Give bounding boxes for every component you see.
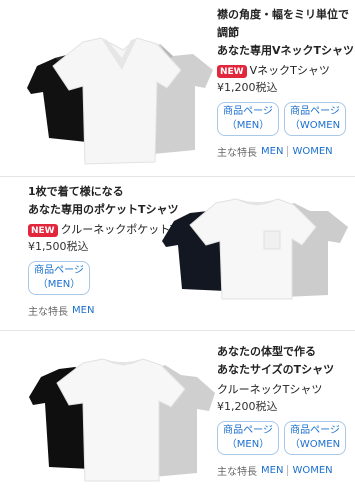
product-price: ¥1,200税込 — [217, 400, 278, 413]
product-page-men-button[interactable]: 商品ページ （MEN） — [217, 421, 279, 455]
product-image[interactable] — [160, 191, 350, 301]
features-row: 主な特長 MEN WOMEN — [217, 144, 355, 159]
product-title[interactable]: あなたの体型で作る あなたサイズのTシャツ — [217, 343, 355, 379]
button-label: （WOMEN — [289, 120, 341, 131]
product-name: クルーネックTシャツ — [217, 383, 323, 396]
product-page-women-button[interactable]: 商品ページ （WOMEN — [284, 102, 346, 136]
features-label: 主な特長 — [28, 307, 68, 318]
product-card-crewneck[interactable]: あなたの体型で作る あなたサイズのTシャツ クルーネックTシャツ ¥1,200税… — [0, 331, 355, 489]
title-line: 襟の角度・幅をミリ単位で — [217, 8, 349, 21]
button-label: 商品ページ — [290, 425, 340, 436]
button-label: 商品ページ — [290, 106, 340, 117]
features-women-link[interactable]: WOMEN — [292, 465, 332, 476]
product-page-men-button[interactable]: 商品ページ （MEN） — [217, 102, 279, 136]
product-page-men-button[interactable]: 商品ページ （MEN） — [28, 261, 90, 295]
features-men-link[interactable]: MEN — [261, 146, 283, 157]
product-title[interactable]: 襟の角度・幅をミリ単位で 調節 あなた専用VネックTシャツ — [217, 6, 355, 60]
tshirt-image — [29, 358, 215, 482]
button-label: （MEN） — [37, 279, 81, 290]
new-badge: NEW — [217, 64, 247, 78]
link-divider — [287, 465, 289, 476]
features-row: 主な特長 MEN WOMEN — [217, 463, 355, 478]
product-image[interactable] — [25, 353, 215, 487]
tshirt-image — [27, 37, 213, 165]
product-name-row: NEW VネックTシャツ — [217, 62, 355, 80]
title-line: あなたサイズのTシャツ — [217, 363, 335, 376]
features-women-link[interactable]: WOMEN — [292, 146, 332, 157]
features-label: 主な特長 — [217, 148, 257, 159]
product-price: ¥1,200税込 — [217, 81, 278, 94]
button-label: （MEN） — [226, 439, 270, 450]
product-image[interactable] — [25, 30, 215, 170]
title-line: 調節 — [217, 26, 239, 39]
features-men-link[interactable]: MEN — [72, 305, 94, 316]
product-card-vneck[interactable]: 襟の角度・幅をミリ単位で 調節 あなた専用VネックTシャツ NEW VネックTシ… — [0, 0, 355, 175]
link-divider — [287, 146, 289, 157]
button-label: 商品ページ — [223, 425, 273, 436]
button-label: 商品ページ — [34, 265, 84, 276]
features-row: 主な特長 MEN — [28, 303, 218, 318]
tshirt-image — [162, 198, 348, 300]
title-line: あなた専用VネックTシャツ — [217, 44, 355, 57]
features-men-link[interactable]: MEN — [261, 465, 283, 476]
button-label: （MEN） — [226, 120, 270, 131]
features-label: 主な特長 — [217, 467, 257, 478]
product-card-pocket[interactable]: 1枚で着て様になる あなた専用のポケットTシャツ NEW クルーネックポケットT… — [0, 177, 355, 329]
new-badge: NEW — [28, 223, 58, 237]
button-label: （WOMEN — [289, 439, 341, 450]
button-label: 商品ページ — [223, 106, 273, 117]
product-name: VネックTシャツ — [249, 64, 330, 77]
title-line: あなたの体型で作る — [217, 345, 316, 358]
product-page-women-button[interactable]: 商品ページ （WOMEN — [284, 421, 346, 455]
product-name-row: クルーネックTシャツ — [217, 381, 355, 399]
